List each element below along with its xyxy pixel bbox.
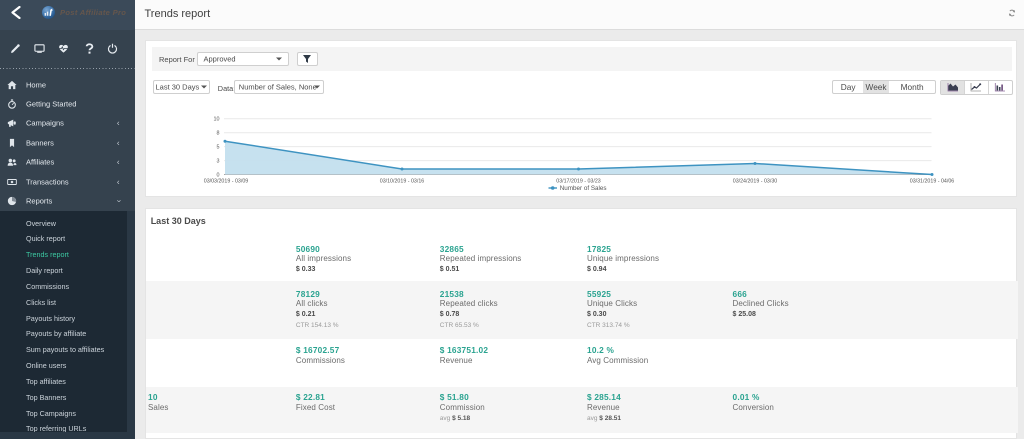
svg-text:03/03/2019 - 03/09: 03/03/2019 - 03/09 [204, 179, 249, 185]
svg-text:03/10/2019 - 03/16: 03/10/2019 - 03/16 [380, 179, 425, 185]
svg-text:03/24/2019 - 03/30: 03/24/2019 - 03/30 [733, 179, 778, 185]
svg-text:10: 10 [214, 117, 220, 123]
svg-text:5: 5 [217, 145, 220, 151]
svg-text:3: 3 [217, 159, 220, 165]
svg-text:8: 8 [217, 131, 220, 137]
svg-text:Number of Sales: Number of Sales [560, 185, 607, 192]
svg-text:03/17/2019 - 03/23: 03/17/2019 - 03/23 [556, 179, 601, 185]
svg-text:03/31/2019 - 04/06: 03/31/2019 - 04/06 [910, 179, 955, 185]
svg-text:0: 0 [217, 172, 220, 178]
